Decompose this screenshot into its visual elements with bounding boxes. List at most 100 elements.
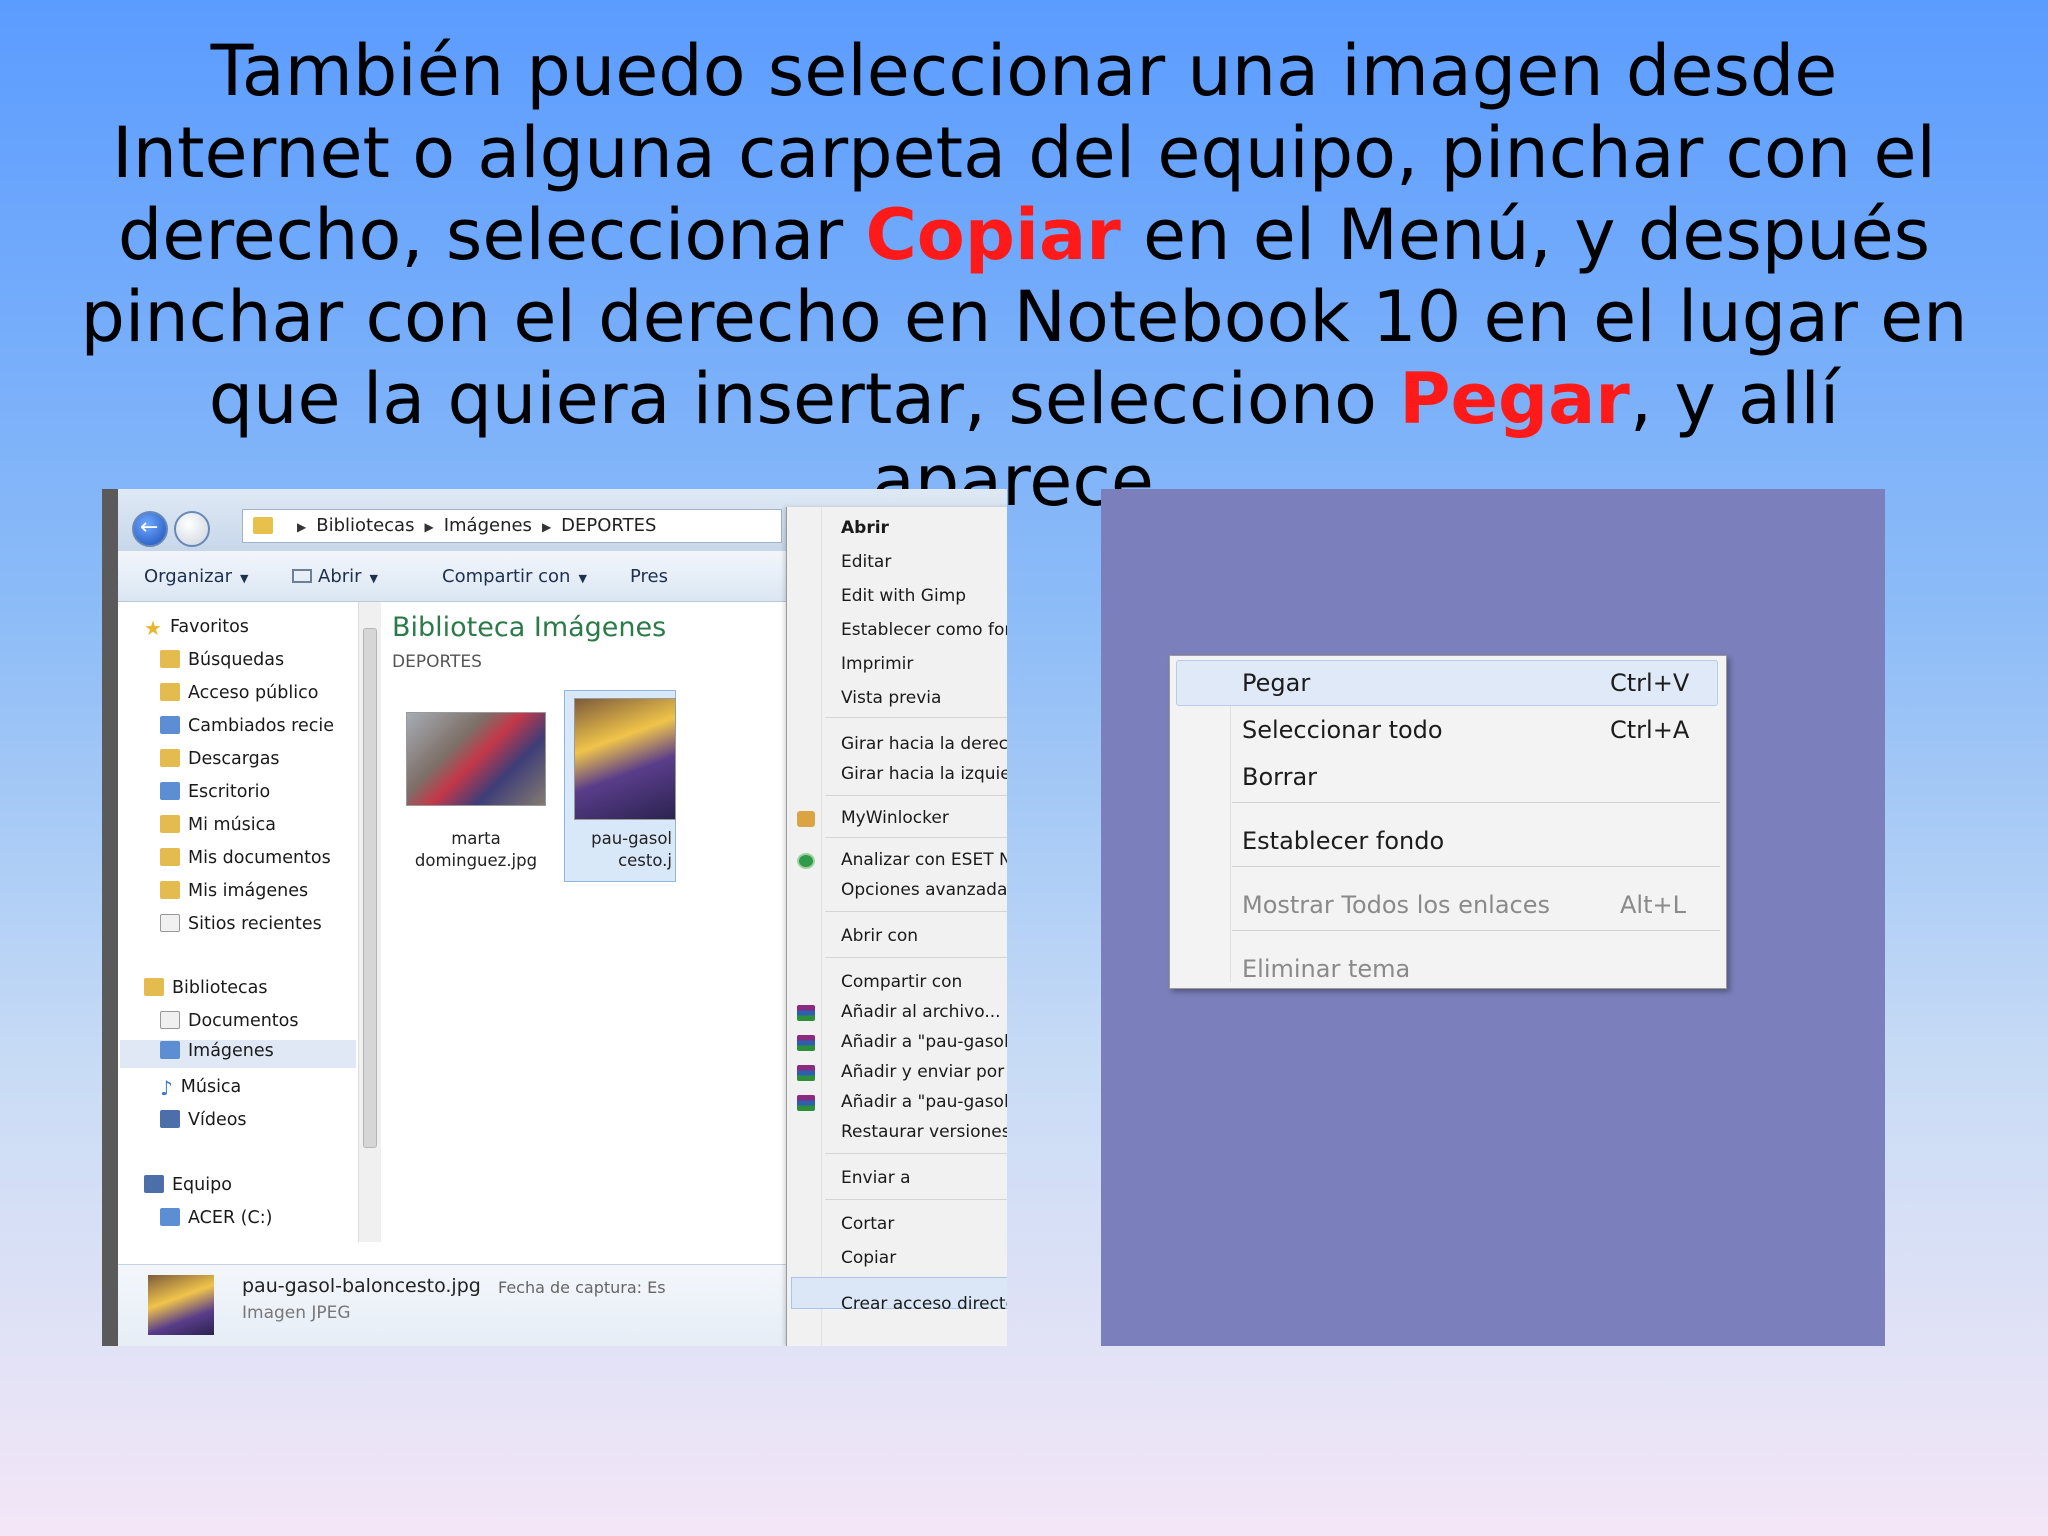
menu-item-add-to-archive[interactable]: Añadir al archivo... xyxy=(841,1001,1001,1023)
menu-item-restore-versions[interactable]: Restaurar versiones anteriores xyxy=(841,1121,1007,1143)
share-button[interactable]: Compartir con ▼ xyxy=(442,566,587,587)
nav-label: Mis documentos xyxy=(188,848,331,868)
present-button[interactable]: Pres xyxy=(630,566,668,587)
breadcrumb-deportes[interactable]: DEPORTES xyxy=(561,515,656,536)
menu-separator xyxy=(825,717,1007,718)
notebook-context-menu: Pegar Ctrl+V Seleccionar todo Ctrl+A Bor… xyxy=(1169,655,1727,989)
nav-label: ACER (C:) xyxy=(188,1208,273,1228)
drive-icon xyxy=(160,1208,180,1226)
menu-item-add-to-rar[interactable]: Añadir a "pau-gasol-baloncesto.ra xyxy=(841,1031,1007,1053)
menu-item-delete[interactable]: Borrar xyxy=(1242,762,1317,792)
menu-item-vista-previa[interactable]: Vista previa xyxy=(841,687,941,709)
menu-item-edit-gimp[interactable]: Edit with Gimp xyxy=(841,585,966,607)
menu-item-advanced-options[interactable]: Opciones avanzadas xyxy=(841,879,1007,901)
winrar-icon xyxy=(797,1065,815,1081)
file-caption-marta[interactable]: marta dominguez.jpg xyxy=(396,828,556,872)
present-label: Pres xyxy=(630,566,668,587)
nav-item-imagenes-selected[interactable]: Imágenes xyxy=(120,1040,356,1068)
menu-item-rotate-left[interactable]: Girar hacia la izquierda xyxy=(841,763,1007,785)
caption-line: dominguez.jpg xyxy=(414,851,538,870)
menu-item-share-with[interactable]: Compartir con xyxy=(841,971,962,993)
nav-item-descargas[interactable]: Descargas xyxy=(160,748,280,770)
slide-instruction-text: También puedo seleccionar una imagen des… xyxy=(80,30,1968,522)
downloads-icon xyxy=(160,749,180,767)
nav-item-sitios-recientes[interactable]: Sitios recientes xyxy=(160,913,322,935)
nav-label: Equipo xyxy=(172,1175,232,1195)
image-thumbnail-marta[interactable] xyxy=(406,712,546,806)
document-icon xyxy=(160,1011,180,1029)
menu-item-mywinlocker[interactable]: MyWinlocker xyxy=(841,807,949,829)
nav-item-documentos[interactable]: Documentos xyxy=(160,1010,299,1032)
menu-item-add-rar-email[interactable]: Añadir a "pau-gasol-baloncesto.ra xyxy=(841,1091,1007,1113)
image-thumbnail-pau-gasol[interactable] xyxy=(574,698,676,820)
nav-favorites[interactable]: ★ Favoritos xyxy=(144,616,249,639)
menu-separator xyxy=(825,795,1007,796)
nav-label: Descargas xyxy=(188,749,280,769)
nav-label: Favoritos xyxy=(169,617,249,637)
folder-icon xyxy=(253,517,273,534)
nav-item-videos[interactable]: Vídeos xyxy=(160,1109,247,1131)
details-date-label: Fecha de captura: Es xyxy=(498,1278,666,1297)
nav-item-mis-imagenes[interactable]: Mis imágenes xyxy=(160,880,308,902)
nav-libraries[interactable]: Bibliotecas xyxy=(144,977,268,999)
notebook-canvas[interactable]: Pegar Ctrl+V Seleccionar todo Ctrl+A Bor… xyxy=(1101,489,1885,1346)
nav-item-cambiados[interactable]: Cambiados recie xyxy=(160,715,334,737)
nav-computer[interactable]: Equipo xyxy=(144,1174,232,1196)
menu-item-paste[interactable]: Pegar xyxy=(1242,668,1310,698)
shortcut-select-all: Ctrl+A xyxy=(1610,716,1690,744)
menu-item-set-background[interactable]: Establecer fondo xyxy=(1242,826,1444,856)
nav-label: Acceso público xyxy=(188,683,319,703)
open-button[interactable]: Abrir ▼ xyxy=(292,566,378,587)
menu-item-eset-scan[interactable]: Analizar con ESET NOD32 Antivirus xyxy=(841,849,1007,871)
shortcut-show-links: Alt+L xyxy=(1620,891,1686,919)
nav-item-busquedas[interactable]: Búsquedas xyxy=(160,649,284,671)
menu-separator xyxy=(1232,802,1720,803)
menu-item-rotate-right[interactable]: Girar hacia la derecha xyxy=(841,733,1007,755)
search-folder-icon xyxy=(160,650,180,668)
menu-item-imprimir[interactable]: Imprimir xyxy=(841,653,913,675)
menu-item-select-all[interactable]: Seleccionar todo xyxy=(1242,715,1443,745)
nav-item-mis-documentos[interactable]: Mis documentos xyxy=(160,847,331,869)
menu-separator xyxy=(1232,866,1720,867)
library-title: Biblioteca Imágenes xyxy=(392,612,667,643)
content-pane: Biblioteca Imágenes DEPORTES marta doming… xyxy=(382,602,792,1252)
menu-item-add-email[interactable]: Añadir y enviar por email... xyxy=(841,1061,1007,1083)
nav-item-musica[interactable]: ♪ Música xyxy=(160,1076,242,1099)
nav-label: Escritorio xyxy=(188,782,271,802)
chevron-right-icon: ▶ xyxy=(541,520,552,534)
menu-item-remove-theme: Eliminar tema xyxy=(1242,955,1411,983)
menu-item-cut[interactable]: Cortar xyxy=(841,1213,894,1235)
nav-item-escritorio[interactable]: Escritorio xyxy=(160,781,270,803)
nav-item-acceso-publico[interactable]: Acceso público xyxy=(160,682,318,704)
desktop-icon xyxy=(160,782,180,800)
menu-item-editar[interactable]: Editar xyxy=(841,551,891,573)
file-caption-pau-gasol[interactable]: pau-gasol cesto.j xyxy=(568,828,672,872)
copy-highlight: Copiar xyxy=(865,194,1121,276)
scrollbar-thumb[interactable] xyxy=(363,628,377,1148)
menu-item-open-with[interactable]: Abrir con xyxy=(841,925,918,947)
winrar-icon xyxy=(797,1035,815,1051)
breadcrumb-libraries[interactable]: Bibliotecas xyxy=(316,515,414,536)
menu-item-create-shortcut[interactable]: Crear acceso directo xyxy=(841,1293,1007,1315)
menu-separator xyxy=(825,837,1007,838)
menu-item-copy[interactable]: Copiar xyxy=(841,1247,896,1269)
nav-item-mi-musica[interactable]: Mi música xyxy=(160,814,276,836)
music-folder-icon xyxy=(160,815,180,833)
nav-label: Mi música xyxy=(188,815,276,835)
nav-label: Documentos xyxy=(188,1011,299,1031)
menu-item-set-wallpaper[interactable]: Establecer como fondo de escritori xyxy=(841,619,1007,641)
menu-item-send-to[interactable]: Enviar a xyxy=(841,1167,911,1189)
organize-button[interactable]: Organizar ▼ xyxy=(144,566,248,587)
nav-label: Música xyxy=(180,1077,242,1097)
forward-button[interactable] xyxy=(174,511,210,547)
breadcrumb[interactable]: ▶ Bibliotecas ▶ Imágenes ▶ DEPORTES xyxy=(242,509,782,543)
nav-item-acer-drive[interactable]: ACER (C:) xyxy=(160,1207,272,1229)
menu-separator xyxy=(1232,930,1720,931)
documents-folder-icon xyxy=(160,848,180,866)
back-button[interactable]: ← xyxy=(132,511,168,547)
menu-item-abrir[interactable]: Abrir xyxy=(841,517,889,539)
menu-gutter xyxy=(1230,660,1231,982)
nav-scrollbar[interactable] xyxy=(358,602,381,1242)
share-label: Compartir con xyxy=(442,566,571,587)
breadcrumb-images[interactable]: Imágenes xyxy=(444,515,532,536)
